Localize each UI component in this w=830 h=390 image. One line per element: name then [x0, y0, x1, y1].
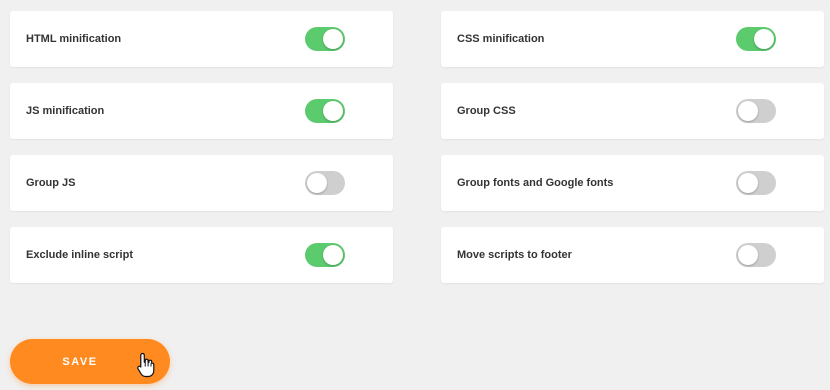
- toggle-knob: [738, 245, 758, 265]
- save-button-label: SAVE: [62, 355, 98, 368]
- setting-label: Group CSS: [457, 105, 516, 117]
- setting-card-js-minification: JS minification: [10, 83, 393, 139]
- toggle-knob: [323, 101, 343, 121]
- setting-label: HTML minification: [26, 33, 122, 45]
- setting-card-group-css: Group CSS: [441, 83, 824, 139]
- save-button[interactable]: SAVE: [10, 339, 170, 384]
- group-js-toggle[interactable]: [305, 171, 345, 195]
- group-fonts-toggle[interactable]: [736, 171, 776, 195]
- exclude-inline-script-toggle[interactable]: [305, 243, 345, 267]
- setting-card-group-fonts: Group fonts and Google fonts: [441, 155, 824, 211]
- setting-card-move-scripts-to-footer: Move scripts to footer: [441, 227, 824, 283]
- setting-label: Exclude inline script: [26, 249, 133, 261]
- toggle-knob: [323, 245, 343, 265]
- setting-card-exclude-inline-script: Exclude inline script: [10, 227, 393, 283]
- html-minification-toggle[interactable]: [305, 27, 345, 51]
- css-minification-toggle[interactable]: [736, 27, 776, 51]
- setting-label: JS minification: [26, 105, 105, 117]
- setting-card-html-minification: HTML minification: [10, 11, 393, 67]
- toggle-knob: [754, 29, 774, 49]
- move-scripts-to-footer-toggle[interactable]: [736, 243, 776, 267]
- setting-label: Group JS: [26, 177, 76, 189]
- setting-card-css-minification: CSS minification: [441, 11, 824, 67]
- setting-card-group-js: Group JS: [10, 155, 393, 211]
- toggle-knob: [323, 29, 343, 49]
- settings-grid: HTML minification CSS minification JS mi…: [10, 11, 824, 283]
- group-css-toggle[interactable]: [736, 99, 776, 123]
- toggle-knob: [738, 173, 758, 193]
- setting-label: Group fonts and Google fonts: [457, 177, 614, 189]
- toggle-knob: [307, 173, 327, 193]
- js-minification-toggle[interactable]: [305, 99, 345, 123]
- setting-label: CSS minification: [457, 33, 545, 45]
- toggle-knob: [738, 101, 758, 121]
- setting-label: Move scripts to footer: [457, 249, 572, 261]
